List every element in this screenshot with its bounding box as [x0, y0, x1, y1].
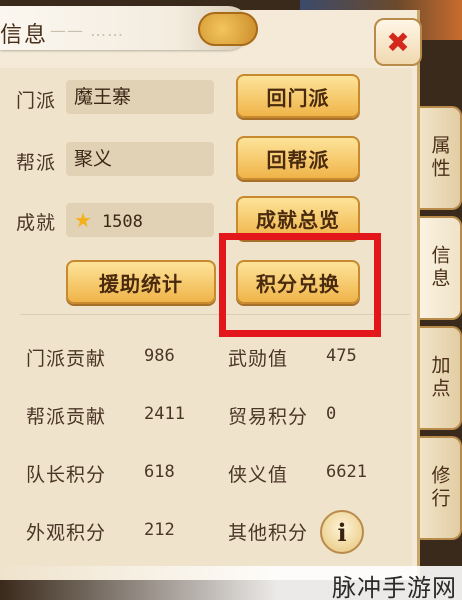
stat-label: 贸易积分	[228, 406, 309, 428]
star-icon: ★	[74, 208, 92, 232]
return-faction-button[interactable]: 回门派	[236, 74, 360, 118]
highlight-box	[219, 233, 381, 337]
gang-value: 聚义	[74, 148, 113, 170]
tab-add-points[interactable]: 加点	[420, 326, 462, 430]
gang-label: 帮派	[16, 152, 57, 174]
watermark-text: 脉冲手游网	[332, 574, 457, 600]
stat-value: 0	[326, 404, 337, 424]
close-button[interactable]: ✖	[374, 18, 422, 66]
achievement-field: ★ 1508	[66, 203, 214, 237]
stat-value: 618	[144, 462, 175, 482]
info-button[interactable]: i	[320, 510, 364, 554]
stat-label: 帮派贡献	[26, 406, 107, 428]
close-icon: ✖	[386, 25, 410, 59]
tab-attributes[interactable]: 属性	[420, 106, 462, 210]
tab-info[interactable]: 信息	[420, 216, 462, 320]
assist-stats-button[interactable]: 援助统计	[66, 260, 216, 304]
achievement-value: 1508	[101, 212, 143, 232]
stat-value: 2411	[144, 404, 185, 424]
achievement-label: 成就	[16, 212, 57, 234]
faction-field: 魔王寨	[66, 80, 214, 114]
stat-value: 986	[144, 346, 175, 366]
gang-field: 聚义	[66, 142, 214, 176]
stat-value: 212	[144, 520, 175, 540]
info-icon: i	[337, 517, 347, 547]
faction-label: 门派	[16, 90, 57, 112]
stat-label: 武勋值	[228, 348, 289, 370]
stat-label: 外观积分	[26, 522, 107, 544]
faction-value: 魔王寨	[74, 86, 132, 108]
cloud-ornament-icon	[198, 12, 258, 46]
title-decoration: —— ……	[50, 21, 125, 40]
return-gang-button[interactable]: 回帮派	[236, 136, 360, 180]
stat-label: 门派贡献	[26, 348, 107, 370]
stat-label: 其他积分	[228, 522, 309, 544]
stat-label: 侠义值	[228, 464, 289, 486]
panel-title: 信息	[0, 23, 49, 48]
tab-cultivation[interactable]: 修行	[420, 436, 462, 540]
stat-label: 队长积分	[26, 464, 107, 486]
stat-value: 6621	[326, 462, 367, 482]
stat-value: 475	[326, 346, 357, 366]
